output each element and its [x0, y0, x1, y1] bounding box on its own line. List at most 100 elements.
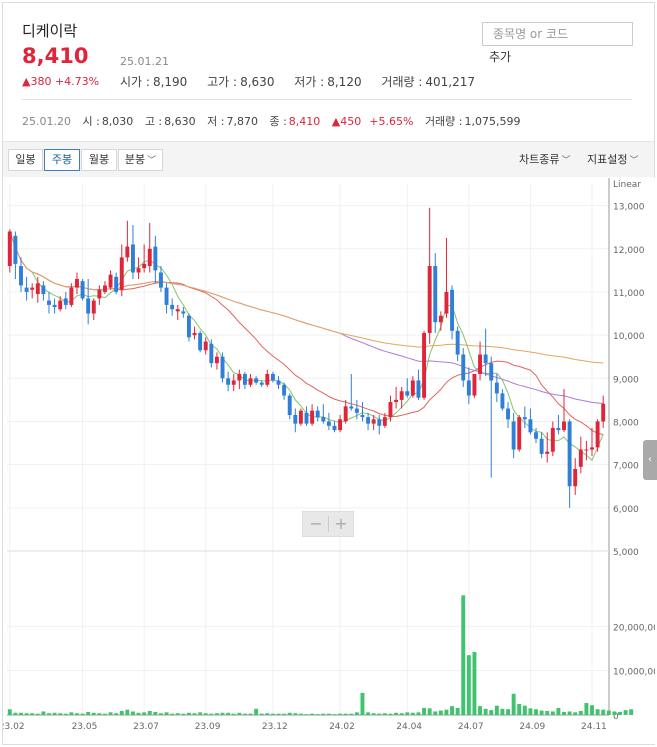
volume-bar [304, 714, 309, 716]
chart-background [3, 178, 655, 744]
chart-type-menu[interactable]: 차트종류 ﹀ [519, 151, 571, 167]
volume-bar [282, 713, 287, 715]
time-tick-label: 23.09 [195, 722, 221, 732]
tab-minute[interactable]: 분봉 ﹀ [118, 149, 163, 171]
candle-body [276, 380, 281, 385]
time-tick-label: 24.04 [396, 722, 422, 732]
volume-bar [343, 713, 348, 715]
tab-monthly[interactable]: 월봉 [81, 149, 117, 171]
volume-bar [186, 712, 191, 715]
candle-body [220, 356, 225, 379]
volume-bar [103, 713, 107, 715]
volume-bar [539, 710, 544, 715]
candle-body [466, 380, 471, 396]
candle-body [136, 268, 141, 273]
prev-open-value: 8,030 [101, 115, 134, 128]
candle-body [590, 447, 594, 450]
candle-body [483, 354, 488, 364]
candle-body [349, 406, 354, 409]
prev-low-value: 7,870 [226, 115, 258, 128]
candle-body [175, 309, 180, 312]
volume-bar [91, 712, 96, 715]
prev-change-pct: +5.65% [369, 115, 414, 128]
price-chart[interactable]: 13,000 12,000 11,000 10,000 9,000 8,000 7,000 6… [3, 178, 655, 744]
price-tick-label: 5,000 [613, 548, 639, 558]
candle-body [198, 332, 203, 351]
add-button[interactable]: 추가 [489, 48, 511, 65]
volume-bar [450, 706, 455, 715]
candle-body [326, 421, 331, 426]
scale-label: Linear [613, 180, 641, 190]
tab-minute-label: 분봉 [124, 153, 146, 166]
volume-bar [259, 713, 264, 715]
volume-bar [612, 711, 617, 715]
candle-body [332, 425, 337, 431]
volume-bar [114, 713, 119, 715]
candle-body [461, 354, 466, 381]
price-tick-label: 7,000 [613, 462, 639, 472]
zoom-in-button[interactable]: + [329, 514, 353, 533]
volume-bar [7, 709, 12, 715]
candle-body [114, 276, 119, 292]
candle-body [75, 278, 79, 288]
candle-body [130, 244, 135, 273]
low-value: 8,120 [327, 75, 362, 89]
candle-body [282, 384, 287, 396]
candle-body [377, 419, 382, 426]
volume-bar [198, 712, 203, 715]
stock-name: 디케이락 [22, 22, 78, 40]
volume-bar [254, 708, 259, 715]
side-panel-toggle[interactable]: ‹ [643, 440, 657, 480]
volume-bar [158, 713, 163, 715]
candle-body [259, 382, 264, 385]
candle-body [304, 412, 309, 424]
candle-body [410, 380, 415, 396]
volume-bar [69, 712, 74, 715]
candle-body [125, 246, 130, 258]
volume-bar [276, 713, 281, 715]
price-tick-label: 11,000 [613, 289, 645, 299]
volume-bar [41, 711, 46, 715]
candle-body [158, 272, 163, 288]
volume-bar [410, 712, 415, 715]
volume-bar [601, 709, 606, 715]
price-tick-label: 12,000 [613, 246, 645, 256]
volume-bar [214, 713, 219, 715]
volume-bar [338, 713, 343, 715]
candle-body [338, 419, 343, 431]
tab-weekly[interactable]: 주봉 [44, 149, 80, 171]
tab-daily[interactable]: 일봉 [8, 149, 43, 171]
search-input[interactable] [482, 22, 633, 46]
candle-body [556, 427, 561, 431]
candle-body [562, 421, 566, 431]
candle-body [573, 468, 578, 487]
candle-body [472, 373, 477, 396]
candle-body [595, 421, 600, 448]
candle-body [103, 285, 107, 292]
volume-bar [332, 714, 337, 716]
prev-volume-value: 1,075,599 [464, 115, 521, 128]
candle-body [405, 391, 410, 396]
volume-bar [534, 709, 538, 715]
time-tick-label: 23.12 [262, 722, 288, 732]
candle-body [80, 281, 85, 299]
candle-body [142, 263, 147, 269]
volume-bar [371, 713, 376, 715]
candle-body [7, 231, 12, 267]
candle-body [287, 395, 292, 415]
volume-bar [500, 708, 505, 715]
price-tick-label: 13,000 [613, 203, 645, 213]
volume-tick-label: 20,000,000 [613, 623, 655, 633]
indicator-settings-menu[interactable]: 지표설정 ﹀ [587, 151, 639, 167]
volume-bar [270, 713, 275, 715]
price-tick-label: 9,000 [613, 375, 639, 385]
volume-bar [80, 713, 85, 715]
candle-body [354, 408, 359, 413]
volume-bar [220, 712, 225, 715]
volume-bar [466, 655, 471, 715]
candle-body [119, 257, 124, 290]
zoom-out-button[interactable]: − [304, 514, 328, 533]
volume-bar [590, 705, 594, 715]
candle-body [147, 248, 152, 267]
high-label: 고가 : [207, 75, 238, 89]
